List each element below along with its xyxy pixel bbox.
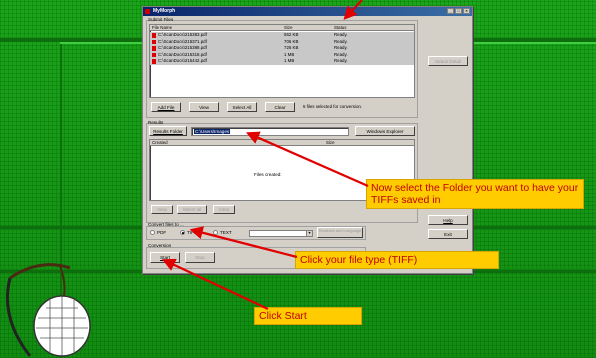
clear-button[interactable]: Clear bbox=[265, 102, 295, 112]
file-size: 562 KB bbox=[284, 32, 299, 37]
pdf-file-icon bbox=[152, 33, 156, 38]
radio-text[interactable]: TEXT bbox=[213, 230, 232, 236]
close-button[interactable]: × bbox=[463, 8, 470, 14]
results-legend: Results bbox=[148, 120, 164, 125]
results-select-all-label: Select all bbox=[182, 207, 202, 212]
col-results-size[interactable]: Size bbox=[326, 140, 335, 146]
file-status: Ready. bbox=[334, 45, 348, 51]
pdf-file-icon bbox=[152, 46, 156, 51]
table-row[interactable]: C:\ScanDocs\215318.pdf 1 MB Ready. bbox=[150, 51, 414, 59]
file-name: C:\ScanDocs\215371.pdf bbox=[158, 38, 207, 44]
radio-dot bbox=[213, 230, 218, 236]
clear-label: Clear bbox=[274, 105, 286, 110]
select-all-label: Select All bbox=[232, 105, 252, 110]
radio-dot-selected bbox=[180, 230, 185, 236]
conversion-legend: Conversion bbox=[148, 243, 172, 248]
window-title: MyMorph bbox=[153, 8, 176, 14]
file-name: C:\ScanDocs\215318.pdf bbox=[158, 51, 207, 57]
selection-summary: 5 files selected for conversion. bbox=[303, 104, 363, 109]
results-clear-label: Clear bbox=[218, 207, 230, 212]
add-file-button[interactable]: Add File bbox=[151, 102, 181, 112]
file-size: 1 MB bbox=[284, 51, 295, 57]
start-button[interactable]: Start bbox=[150, 252, 180, 263]
help-button[interactable]: Help bbox=[428, 215, 468, 225]
add-file-label: Add File bbox=[157, 105, 175, 110]
file-name: C:\ScanDocs\215388.pdf bbox=[158, 45, 207, 51]
files-created-text: Files created: bbox=[254, 172, 282, 177]
language-combo[interactable]: ▼ bbox=[249, 230, 313, 237]
callout-select-folder: Now select the Folder you want to have y… bbox=[366, 179, 584, 209]
results-list-header: Created Size bbox=[150, 140, 414, 146]
radio-dot bbox=[150, 230, 155, 236]
table-row[interactable]: C:\ScanDocs\215388.pdf 726 KB Ready. bbox=[150, 45, 414, 52]
status-detail-button[interactable]: Status Detail bbox=[428, 56, 468, 66]
submit-files-list[interactable]: File Name Size Status C:\ScanDocs\215383… bbox=[149, 24, 415, 98]
col-status[interactable]: Status bbox=[334, 25, 346, 31]
help-label: Help bbox=[443, 218, 453, 223]
radio-pdf-label: PDF bbox=[157, 230, 167, 235]
radio-pdf[interactable]: PDF bbox=[150, 230, 166, 236]
mymorph-window: MyMorph _ □ × Submit Files File Name Siz… bbox=[142, 6, 473, 274]
callout-file-type: Click your file type (TIFF) bbox=[295, 251, 499, 269]
table-row[interactable]: C:\ScanDocs\215383.pdf 562 KB Ready. bbox=[150, 32, 414, 39]
folder-path-value: C:\Users\Images bbox=[194, 129, 231, 134]
file-name: C:\ScanDocs\215442.pdf bbox=[158, 58, 207, 64]
maximize-button[interactable]: □ bbox=[455, 8, 462, 14]
results-folder-input[interactable]: C:\Users\Images bbox=[191, 127, 349, 136]
results-clear-button[interactable]: Clear bbox=[213, 205, 235, 214]
ornament-icon bbox=[6, 263, 91, 357]
submit-files-legend: Submit Files bbox=[148, 17, 174, 22]
pdf-file-icon bbox=[152, 39, 156, 45]
status-detail-label: Status Detail bbox=[434, 59, 462, 64]
table-row[interactable]: C:\ScanDocs\215442.pdf 1 MB Ready. bbox=[150, 58, 414, 65]
radio-tiff-label: TIFF bbox=[187, 230, 197, 235]
table-row[interactable]: C:\ScanDocs\215371.pdf 706 KB Ready. bbox=[150, 38, 414, 46]
start-label: Start bbox=[160, 255, 170, 260]
windows-explorer-label: Windows Explorer bbox=[366, 129, 404, 134]
exit-label: Exit bbox=[444, 232, 452, 237]
read-set-language-button[interactable]: Read/set and Language bbox=[317, 227, 363, 238]
radio-text-label: TEXT bbox=[220, 230, 232, 235]
radio-tiff[interactable]: TIFF bbox=[180, 230, 197, 236]
callout-click-start: Click Start bbox=[254, 307, 362, 325]
exit-button[interactable]: Exit bbox=[428, 229, 468, 239]
windows-explorer-button[interactable]: Windows Explorer bbox=[355, 126, 415, 136]
view-button[interactable]: View bbox=[189, 102, 219, 112]
file-size: 726 KB bbox=[284, 45, 299, 51]
results-select-all-button[interactable]: Select all bbox=[177, 205, 207, 214]
minimize-button[interactable]: _ bbox=[447, 8, 454, 14]
stop-button[interactable]: Stop bbox=[185, 252, 215, 263]
file-name: C:\ScanDocs\215383.pdf bbox=[158, 32, 207, 37]
title-bar: MyMorph _ □ × bbox=[143, 7, 472, 16]
results-folder-button[interactable]: Results Folder bbox=[149, 126, 187, 136]
file-status: Ready. bbox=[334, 32, 348, 37]
col-size[interactable]: Size bbox=[284, 25, 293, 31]
select-all-button[interactable]: Select All bbox=[227, 102, 257, 112]
file-size: 1 MB bbox=[284, 58, 295, 64]
file-size: 706 KB bbox=[284, 38, 299, 44]
read-set-language-label: Read/set and Language bbox=[318, 228, 362, 233]
chevron-down-icon[interactable]: ▼ bbox=[306, 231, 312, 236]
col-file-name[interactable]: File Name bbox=[152, 25, 172, 31]
list-header: File Name Size Status bbox=[150, 25, 414, 31]
file-status: Ready. bbox=[334, 58, 348, 64]
file-status: Ready. bbox=[334, 51, 348, 57]
results-view-button[interactable]: View bbox=[151, 205, 173, 214]
pdf-file-icon bbox=[152, 52, 156, 58]
convert-legend: Convert files to ... bbox=[148, 222, 184, 227]
stop-label: Stop bbox=[195, 255, 205, 260]
col-created[interactable]: Created bbox=[152, 140, 168, 146]
pdf-file-icon bbox=[152, 59, 156, 64]
file-status: Ready. bbox=[334, 38, 348, 44]
results-folder-label: Results Folder bbox=[153, 129, 183, 134]
app-icon bbox=[145, 9, 150, 14]
view-label: View bbox=[199, 105, 209, 110]
results-view-label: View bbox=[157, 207, 167, 212]
